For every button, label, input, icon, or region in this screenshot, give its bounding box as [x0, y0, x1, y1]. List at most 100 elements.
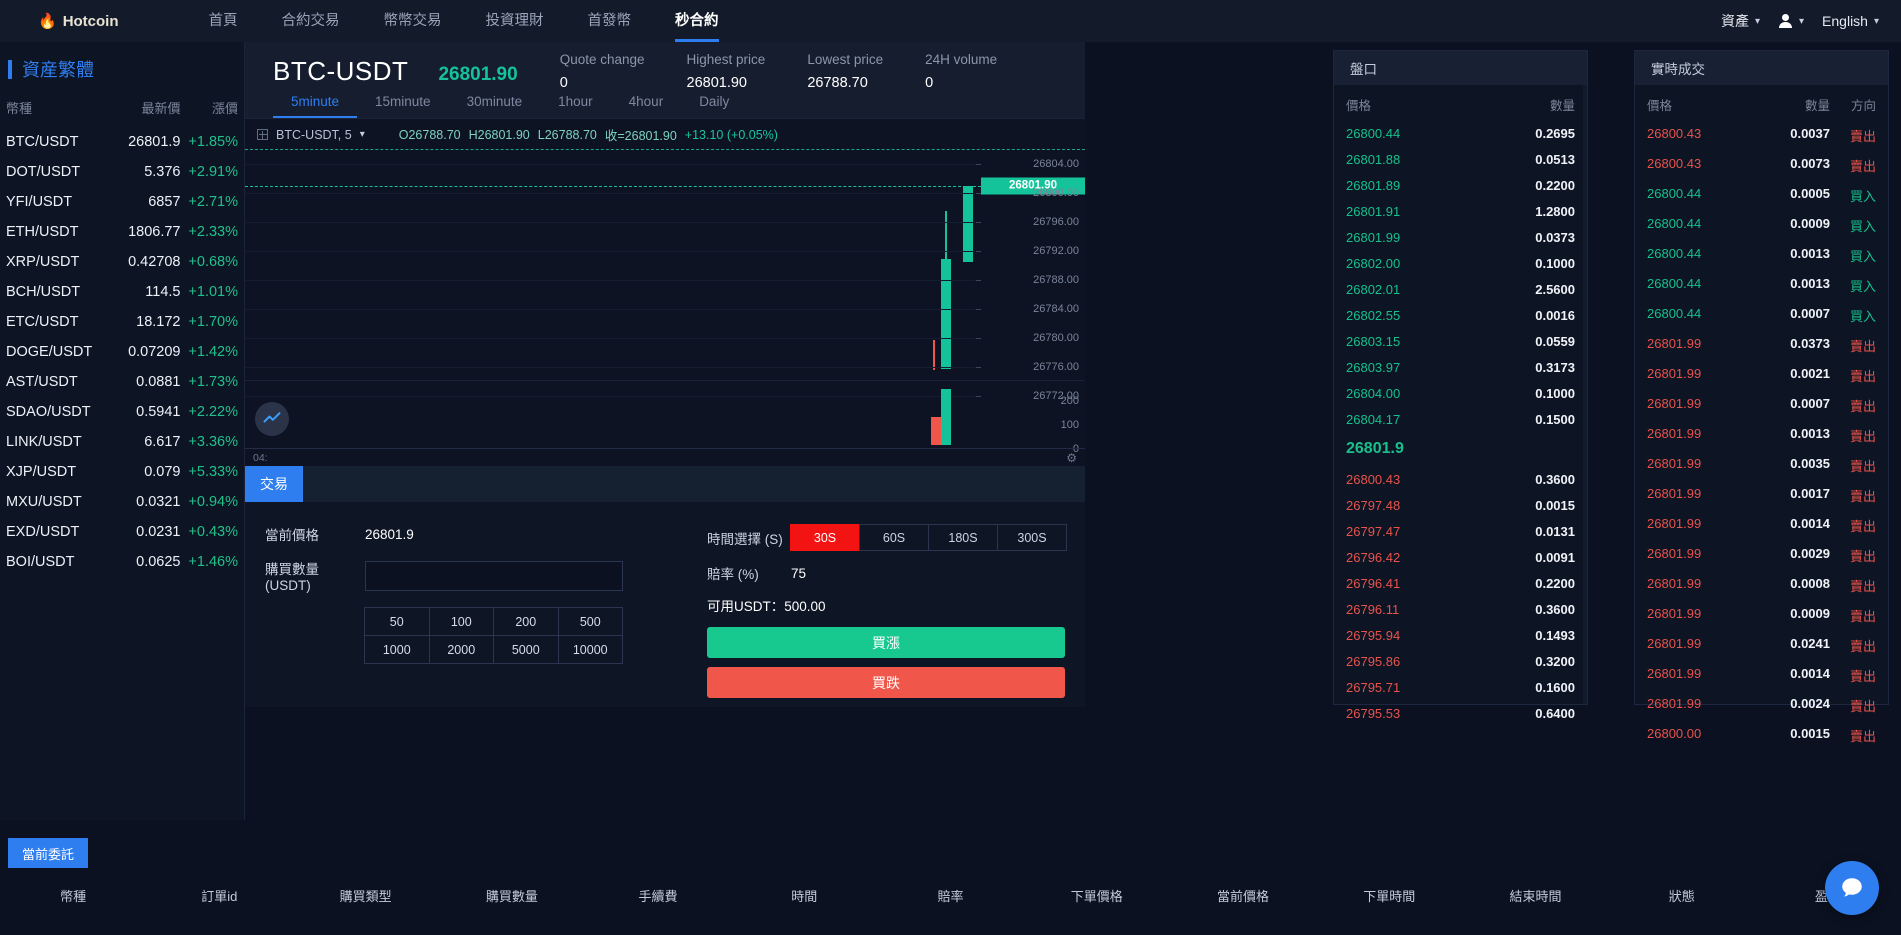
coin-row[interactable]: ETH/USDT1806.77+2.33% — [0, 217, 244, 247]
coin-row[interactable]: DOGE/USDT0.07209+1.42% — [0, 337, 244, 367]
orderbook-row[interactable]: 26804.000.1000 — [1334, 380, 1587, 406]
amount-chip-5000[interactable]: 5000 — [493, 635, 559, 664]
trade-row[interactable]: 26801.990.0017賣出 — [1635, 480, 1888, 510]
orderbook-row[interactable]: 26796.110.3600 — [1334, 596, 1587, 622]
orderbook-row[interactable]: 26797.480.0015 — [1334, 492, 1587, 518]
nav-item-launchpad[interactable]: 首發幣 — [566, 0, 654, 42]
orderbook-row[interactable]: 26802.550.0016 — [1334, 302, 1587, 328]
nav-item-contract-trade[interactable]: 合約交易 — [260, 0, 362, 42]
coin-row[interactable]: XRP/USDT0.42708+0.68% — [0, 247, 244, 277]
amount-chip-500[interactable]: 500 — [558, 607, 624, 636]
coin-price: 6857 — [113, 194, 180, 210]
timeframe-30minute[interactable]: 30minute — [449, 90, 541, 118]
trade-row[interactable]: 26800.440.0009買入 — [1635, 210, 1888, 240]
coin-row[interactable]: XJP/USDT0.079+5.33% — [0, 457, 244, 487]
trade-row[interactable]: 26800.440.0013買入 — [1635, 270, 1888, 300]
orderbook-row[interactable]: 26800.430.3600 — [1334, 466, 1587, 492]
timeframe-1hour[interactable]: 1hour — [540, 90, 611, 118]
amount-chip-1000[interactable]: 1000 — [364, 635, 430, 664]
orderbook-row[interactable]: 26801.990.0373 — [1334, 224, 1587, 250]
trade-row[interactable]: 26800.440.0007買入 — [1635, 300, 1888, 330]
tab-trade[interactable]: 交易 — [245, 466, 303, 502]
timeframe-daily[interactable]: Daily — [681, 90, 747, 118]
trade-row[interactable]: 26801.990.0035賣出 — [1635, 450, 1888, 480]
orderbook-row[interactable]: 26797.470.0131 — [1334, 518, 1587, 544]
nav-item-second-contract[interactable]: 秒合約 — [653, 0, 741, 42]
amount-chip-200[interactable]: 200 — [493, 607, 559, 636]
coin-row[interactable]: DOT/USDT5.376+2.91% — [0, 157, 244, 187]
trade-row[interactable]: 26801.990.0241賣出 — [1635, 630, 1888, 660]
time-option-30s[interactable]: 30S — [790, 524, 860, 551]
coin-row[interactable]: SDAO/USDT0.5941+2.22% — [0, 397, 244, 427]
chart-line-icon[interactable] — [255, 402, 289, 436]
trade-row[interactable]: 26800.440.0013買入 — [1635, 240, 1888, 270]
language-menu[interactable]: English ▾ — [1822, 13, 1879, 29]
expand-icon[interactable] — [257, 129, 268, 140]
chat-bubble-icon[interactable] — [1825, 861, 1879, 915]
coin-row[interactable]: LINK/USDT6.617+3.36% — [0, 427, 244, 457]
orderbook-row[interactable]: 26795.860.3200 — [1334, 648, 1587, 674]
coin-row[interactable]: BCH/USDT114.5+1.01% — [0, 277, 244, 307]
orderbook-row[interactable]: 26795.940.1493 — [1334, 622, 1587, 648]
orderbook-row[interactable]: 26801.890.2200 — [1334, 172, 1587, 198]
nav-item-home[interactable]: 首頁 — [187, 0, 260, 42]
trade-row[interactable]: 26801.990.0009賣出 — [1635, 600, 1888, 630]
trade-row[interactable]: 26801.990.0373賣出 — [1635, 330, 1888, 360]
trade-row[interactable]: 26801.990.0007賣出 — [1635, 390, 1888, 420]
orderbook-row[interactable]: 26795.710.1600 — [1334, 674, 1587, 700]
trade-row[interactable]: 26801.990.0008賣出 — [1635, 570, 1888, 600]
amount-chip-100[interactable]: 100 — [429, 607, 495, 636]
orderbook-row[interactable]: 26802.000.1000 — [1334, 250, 1587, 276]
time-option-60s[interactable]: 60S — [859, 524, 929, 551]
trade-row[interactable]: 26801.990.0014賣出 — [1635, 510, 1888, 540]
orderbook-row[interactable]: 26803.970.3173 — [1334, 354, 1587, 380]
time-option-180s[interactable]: 180S — [928, 524, 998, 551]
trade-row[interactable]: 26800.430.0037賣出 — [1635, 120, 1888, 150]
brand-logo[interactable]: 🔥 Hotcoin — [38, 12, 119, 30]
amount-chip-10000[interactable]: 10000 — [558, 635, 624, 664]
trade-row[interactable]: 26800.440.0005買入 — [1635, 180, 1888, 210]
trade-row[interactable]: 26801.990.0014賣出 — [1635, 660, 1888, 690]
user-menu[interactable]: ▾ — [1778, 14, 1804, 29]
tab-current-orders[interactable]: 當前委託 — [8, 838, 88, 868]
coin-row[interactable]: ETC/USDT18.172+1.70% — [0, 307, 244, 337]
nav-item-invest[interactable]: 投資理財 — [464, 0, 566, 42]
coin-row[interactable]: MXU/USDT0.0321+0.94% — [0, 487, 244, 517]
chart-symbol-label[interactable]: BTC-USDT, 5 — [276, 128, 352, 142]
timeframe-5minute[interactable]: 5minute — [273, 90, 357, 118]
buy-down-button[interactable]: 買跌 — [707, 667, 1065, 698]
trade-row[interactable]: 26801.990.0013賣出 — [1635, 420, 1888, 450]
orderbook-row[interactable]: 26803.150.0559 — [1334, 328, 1587, 354]
coin-row[interactable]: BOI/USDT0.0625+1.46% — [0, 547, 244, 577]
amount-input[interactable] — [365, 561, 623, 591]
orderbook-row[interactable]: 26796.410.2200 — [1334, 570, 1587, 596]
coin-row[interactable]: BTC/USDT26801.9+1.85% — [0, 127, 244, 157]
nav-item-coin-trade[interactable]: 幣幣交易 — [362, 0, 464, 42]
trade-row[interactable]: 26801.990.0024賣出 — [1635, 690, 1888, 720]
timeframe-15minute[interactable]: 15minute — [357, 90, 449, 118]
chart-plot-area[interactable]: 26801.90 26804.0026800.0026796.0026792.0… — [245, 150, 1085, 380]
orderbook-row[interactable]: 26802.012.5600 — [1334, 276, 1587, 302]
orderbook-scrollbar[interactable] — [1583, 85, 1587, 704]
time-option-300s[interactable]: 300S — [997, 524, 1067, 551]
amount-chip-2000[interactable]: 2000 — [429, 635, 495, 664]
amount-chip-50[interactable]: 50 — [364, 607, 430, 636]
coin-row[interactable]: YFI/USDT6857+2.71% — [0, 187, 244, 217]
orderbook-row[interactable]: 26804.170.1500 — [1334, 406, 1587, 432]
chevron-down-icon[interactable]: ▾ — [360, 129, 365, 140]
gear-icon[interactable]: ⚙ — [1066, 451, 1077, 465]
orderbook-row[interactable]: 26801.911.2800 — [1334, 198, 1587, 224]
orderbook-row[interactable]: 26795.530.6400 — [1334, 700, 1587, 726]
assets-menu[interactable]: 資產 ▾ — [1721, 11, 1760, 31]
trade-row[interactable]: 26801.990.0029賣出 — [1635, 540, 1888, 570]
buy-up-button[interactable]: 買漲 — [707, 627, 1065, 658]
orderbook-row[interactable]: 26801.880.0513 — [1334, 146, 1587, 172]
orderbook-row[interactable]: 26800.440.2695 — [1334, 120, 1587, 146]
timeframe-4hour[interactable]: 4hour — [611, 90, 682, 118]
orderbook-row[interactable]: 26796.420.0091 — [1334, 544, 1587, 570]
trade-row[interactable]: 26801.990.0021賣出 — [1635, 360, 1888, 390]
trade-row[interactable]: 26800.000.0015賣出 — [1635, 720, 1888, 750]
coin-row[interactable]: AST/USDT0.0881+1.73% — [0, 367, 244, 397]
trade-row[interactable]: 26800.430.0073賣出 — [1635, 150, 1888, 180]
coin-row[interactable]: EXD/USDT0.0231+0.43% — [0, 517, 244, 547]
